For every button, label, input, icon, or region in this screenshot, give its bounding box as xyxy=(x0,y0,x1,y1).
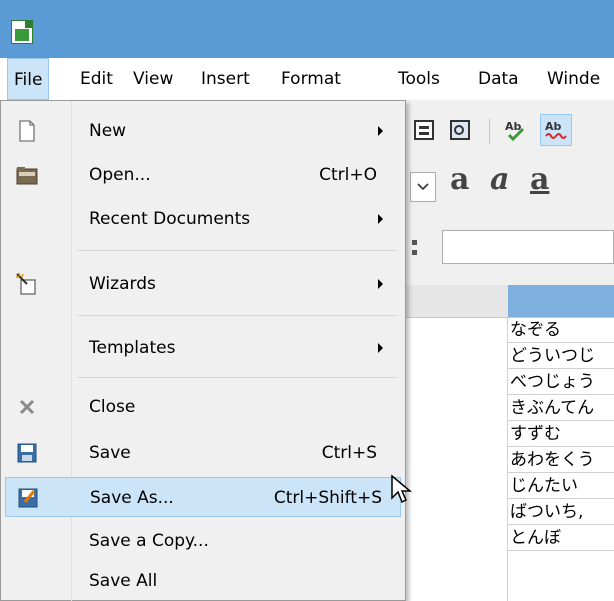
menu-item-label: Templates xyxy=(89,338,176,358)
menu-item-close[interactable]: Close xyxy=(1,387,405,427)
autospellcheck-button[interactable]: Ab xyxy=(540,114,572,146)
file-menu-dropdown: New Open... Ctrl+O Recent Documents Wiza… xyxy=(0,100,406,601)
menu-item-save-all[interactable]: Save All xyxy=(1,561,405,601)
menu-item-shortcut: Ctrl+S xyxy=(321,443,377,463)
menu-item-open[interactable]: Open... Ctrl+O xyxy=(1,155,405,195)
table-cell[interactable]: じんたい xyxy=(508,473,614,499)
table-cell[interactable]: べつじょう xyxy=(508,369,614,395)
title-bar xyxy=(0,0,614,58)
menu-item-templates[interactable]: Templates xyxy=(1,328,405,368)
print-preview-icon[interactable] xyxy=(448,118,472,142)
save-as-icon xyxy=(18,488,38,508)
table-cell[interactable]: とんぼ xyxy=(508,525,614,551)
formula-input[interactable] xyxy=(442,230,614,264)
name-box-separator xyxy=(412,240,417,245)
menu-bar: File Edit View Insert Format Tools Data … xyxy=(0,58,614,100)
menu-insert[interactable]: Insert xyxy=(195,58,256,100)
menu-tools[interactable]: Tools xyxy=(392,58,446,100)
svg-text:Ab: Ab xyxy=(545,120,562,133)
menu-item-new[interactable]: New xyxy=(1,111,405,151)
menu-item-shortcut: Ctrl+Shift+S xyxy=(273,488,382,508)
close-x-icon xyxy=(19,399,35,415)
menu-item-shortcut: Ctrl+O xyxy=(319,165,377,185)
calc-app-icon[interactable] xyxy=(11,20,33,44)
italic-icon[interactable]: a xyxy=(490,162,509,197)
font-size-dropdown[interactable] xyxy=(410,172,436,202)
menu-item-save-as[interactable]: Save As... Ctrl+Shift+S xyxy=(5,477,401,517)
menu-window[interactable]: Winde xyxy=(541,58,606,100)
spellcheck-icon[interactable]: Ab xyxy=(504,118,528,142)
submenu-arrow-icon xyxy=(378,279,383,289)
menu-item-label: New xyxy=(89,121,127,141)
menu-item-label: Recent Documents xyxy=(89,209,251,229)
menu-item-label: Save As... xyxy=(90,488,174,508)
menu-item-wizards[interactable]: Wizards xyxy=(1,264,405,304)
menu-item-label: Save xyxy=(89,443,131,463)
table-cell[interactable]: どういつじ xyxy=(508,343,614,369)
menu-item-save[interactable]: Save Ctrl+S xyxy=(1,433,405,473)
submenu-arrow-icon xyxy=(378,343,383,353)
mouse-pointer-icon xyxy=(391,474,413,504)
table-cell[interactable]: なぞる xyxy=(508,317,614,343)
column-header-selected[interactable] xyxy=(508,285,614,317)
open-folder-icon xyxy=(16,167,38,185)
menu-item-label: Save a Copy... xyxy=(89,531,209,551)
submenu-arrow-icon xyxy=(378,214,383,224)
wizard-icon xyxy=(16,272,36,295)
chevron-down-icon xyxy=(417,183,429,191)
save-disk-icon xyxy=(17,443,37,463)
menu-data[interactable]: Data xyxy=(472,58,525,100)
menu-item-label: Open... xyxy=(89,165,151,185)
menu-item-label: Save All xyxy=(89,571,158,591)
menu-edit[interactable]: Edit xyxy=(74,58,119,100)
menu-item-label: Wizards xyxy=(89,274,156,294)
menu-item-recent-documents[interactable]: Recent Documents xyxy=(1,199,405,239)
table-cell[interactable]: すずむ xyxy=(508,421,614,447)
new-document-icon xyxy=(19,120,35,142)
export-pdf-icon[interactable] xyxy=(412,118,436,142)
menu-format[interactable]: Format xyxy=(275,58,347,100)
menu-view[interactable]: View xyxy=(127,58,179,100)
menu-item-label: Close xyxy=(89,397,136,417)
underline-icon[interactable]: a xyxy=(530,162,549,197)
table-cell[interactable]: あわをくう xyxy=(508,447,614,473)
name-box-separator-2 xyxy=(412,250,417,255)
submenu-arrow-icon xyxy=(378,126,383,136)
autospellcheck-icon: Ab xyxy=(545,120,567,139)
bold-icon[interactable]: a xyxy=(450,162,469,197)
table-cell[interactable]: ばついち, xyxy=(508,499,614,525)
menu-file[interactable]: File xyxy=(7,58,50,100)
menu-item-save-a-copy[interactable]: Save a Copy... xyxy=(1,521,405,561)
table-cell[interactable]: きぶんてん xyxy=(508,395,614,421)
